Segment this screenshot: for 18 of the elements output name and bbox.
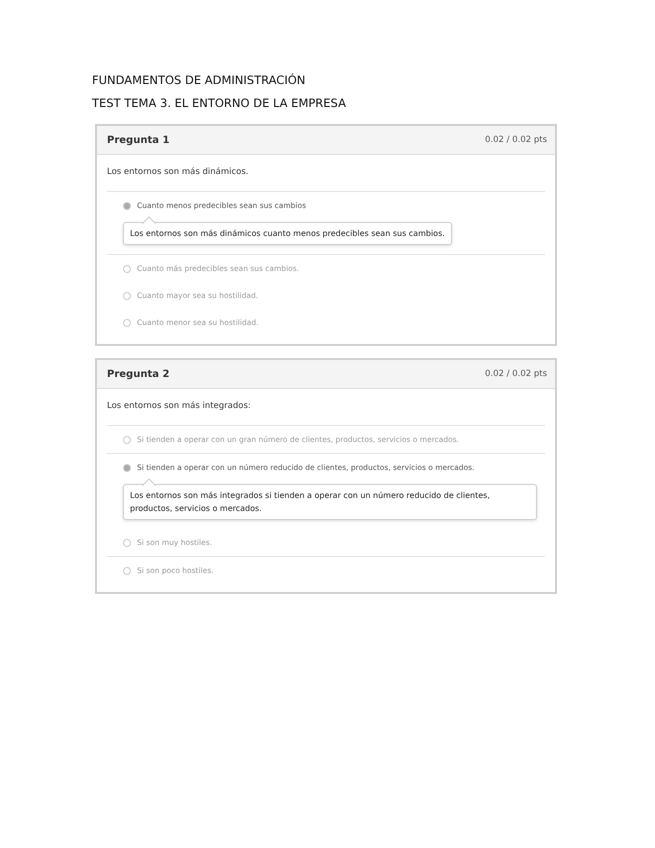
question-title: Pregunta 1 [107, 134, 170, 146]
radio-button[interactable] [123, 202, 131, 210]
radio-button[interactable] [123, 264, 131, 272]
question-title: Pregunta 2 [107, 368, 170, 380]
question-prompt: Los entornos son más integrados: [107, 401, 545, 426]
radio-button[interactable] [123, 318, 131, 326]
radio-button[interactable] [123, 292, 131, 300]
radio-button[interactable] [123, 538, 131, 546]
question-score: 0.02 / 0.02 pts [485, 369, 547, 379]
pointer-icon [142, 216, 156, 224]
radio-button[interactable] [123, 436, 131, 444]
question-score: 0.02 / 0.02 pts [485, 135, 547, 145]
question-prompt: Los entornos son más dinámicos. [107, 167, 545, 192]
radio-button[interactable] [123, 464, 131, 472]
pointer-icon [142, 478, 156, 486]
document-subtitle: TEST TEMA 3. EL ENTORNO DE LA EMPRESA [92, 95, 347, 111]
document-title: FUNDAMENTOS DE ADMINISTRACIÓN [92, 72, 306, 88]
radio-button[interactable] [123, 566, 131, 574]
